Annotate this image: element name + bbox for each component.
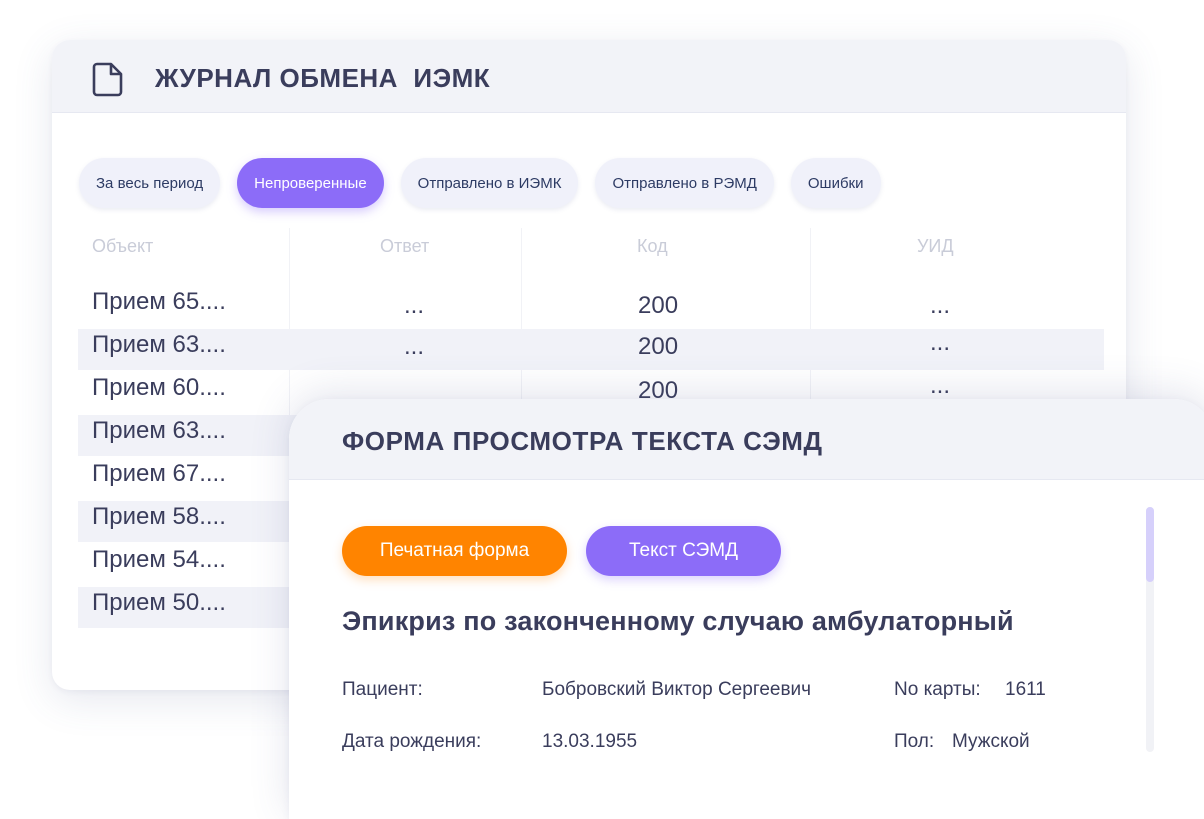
cell-object: Прием 54.... <box>92 546 226 573</box>
document-heading: Эпикриз по законченному случаю амбулатор… <box>342 606 1014 636</box>
column-header-object[interactable]: Объект <box>92 236 153 257</box>
table-row[interactable]: Прием 63.... ... 200 ... <box>78 329 1104 370</box>
cell-object: Прием 50.... <box>92 589 226 616</box>
patient-label: Пациент: <box>342 679 423 700</box>
cell-code: 200 <box>638 292 679 319</box>
form-title: ФОРМА ПРОСМОТРА ТЕКСТА СЭМД <box>342 426 823 456</box>
sex-label: Пол: <box>894 731 935 752</box>
column-header-uid[interactable]: УИД <box>917 236 954 257</box>
card-value: 1611 <box>1005 679 1046 700</box>
cell-uid: ... <box>930 329 951 356</box>
column-header-code[interactable]: Код <box>637 236 668 257</box>
semd-text-button[interactable]: Текст СЭМД <box>586 526 781 576</box>
document-icon <box>92 62 123 97</box>
filter-unchecked[interactable]: Непроверенные <box>237 158 384 208</box>
filter-sent-remd[interactable]: Отправлено в РЭМД <box>595 158 774 208</box>
filter-all-period[interactable]: За весь период <box>79 158 221 208</box>
cell-object: Прием 63.... <box>92 331 226 358</box>
sex-value: Мужской <box>952 731 1030 752</box>
journal-header: ЖУРНАЛ ОБМЕНА ИЭМК <box>52 40 1126 113</box>
birth-date-label: Дата рождения: <box>342 731 482 752</box>
cell-answer: ... <box>404 333 425 360</box>
filter-errors[interactable]: Ошибки <box>790 158 881 208</box>
cell-object: Прием 67.... <box>92 460 226 487</box>
cell-object: Прием 60.... <box>92 374 226 401</box>
cell-object: Прием 63.... <box>92 417 226 444</box>
cell-code: 200 <box>638 333 679 360</box>
cell-object: Прием 58.... <box>92 503 226 530</box>
birth-date-value: 13.03.1955 <box>542 731 638 752</box>
column-header-answer[interactable]: Ответ <box>380 236 429 257</box>
cell-uid: ... <box>930 372 951 399</box>
patient-value: Бобровский Виктор Сергеевич <box>542 679 812 700</box>
scrollbar-thumb[interactable] <box>1146 507 1154 582</box>
cell-answer: ... <box>404 292 425 319</box>
journal-title: ЖУРНАЛ ОБМЕНА ИЭМК <box>155 63 491 93</box>
cell-uid: ... <box>930 292 951 319</box>
table-row[interactable]: Прием 65.... ... 200 ... <box>78 286 1104 327</box>
semd-form-window: ФОРМА ПРОСМОТРА ТЕКСТА СЭМД Печатная фор… <box>289 399 1204 819</box>
cell-object: Прием 65.... <box>92 288 226 315</box>
filter-sent-iemk[interactable]: Отправлено в ИЭМК <box>400 158 579 208</box>
print-form-button[interactable]: Печатная форма <box>342 526 567 576</box>
card-label: No карты: <box>894 679 981 700</box>
form-header: ФОРМА ПРОСМОТРА ТЕКСТА СЭМД <box>289 399 1204 480</box>
filter-tabs: За весь период Непроверенные Отправлено … <box>79 158 881 208</box>
